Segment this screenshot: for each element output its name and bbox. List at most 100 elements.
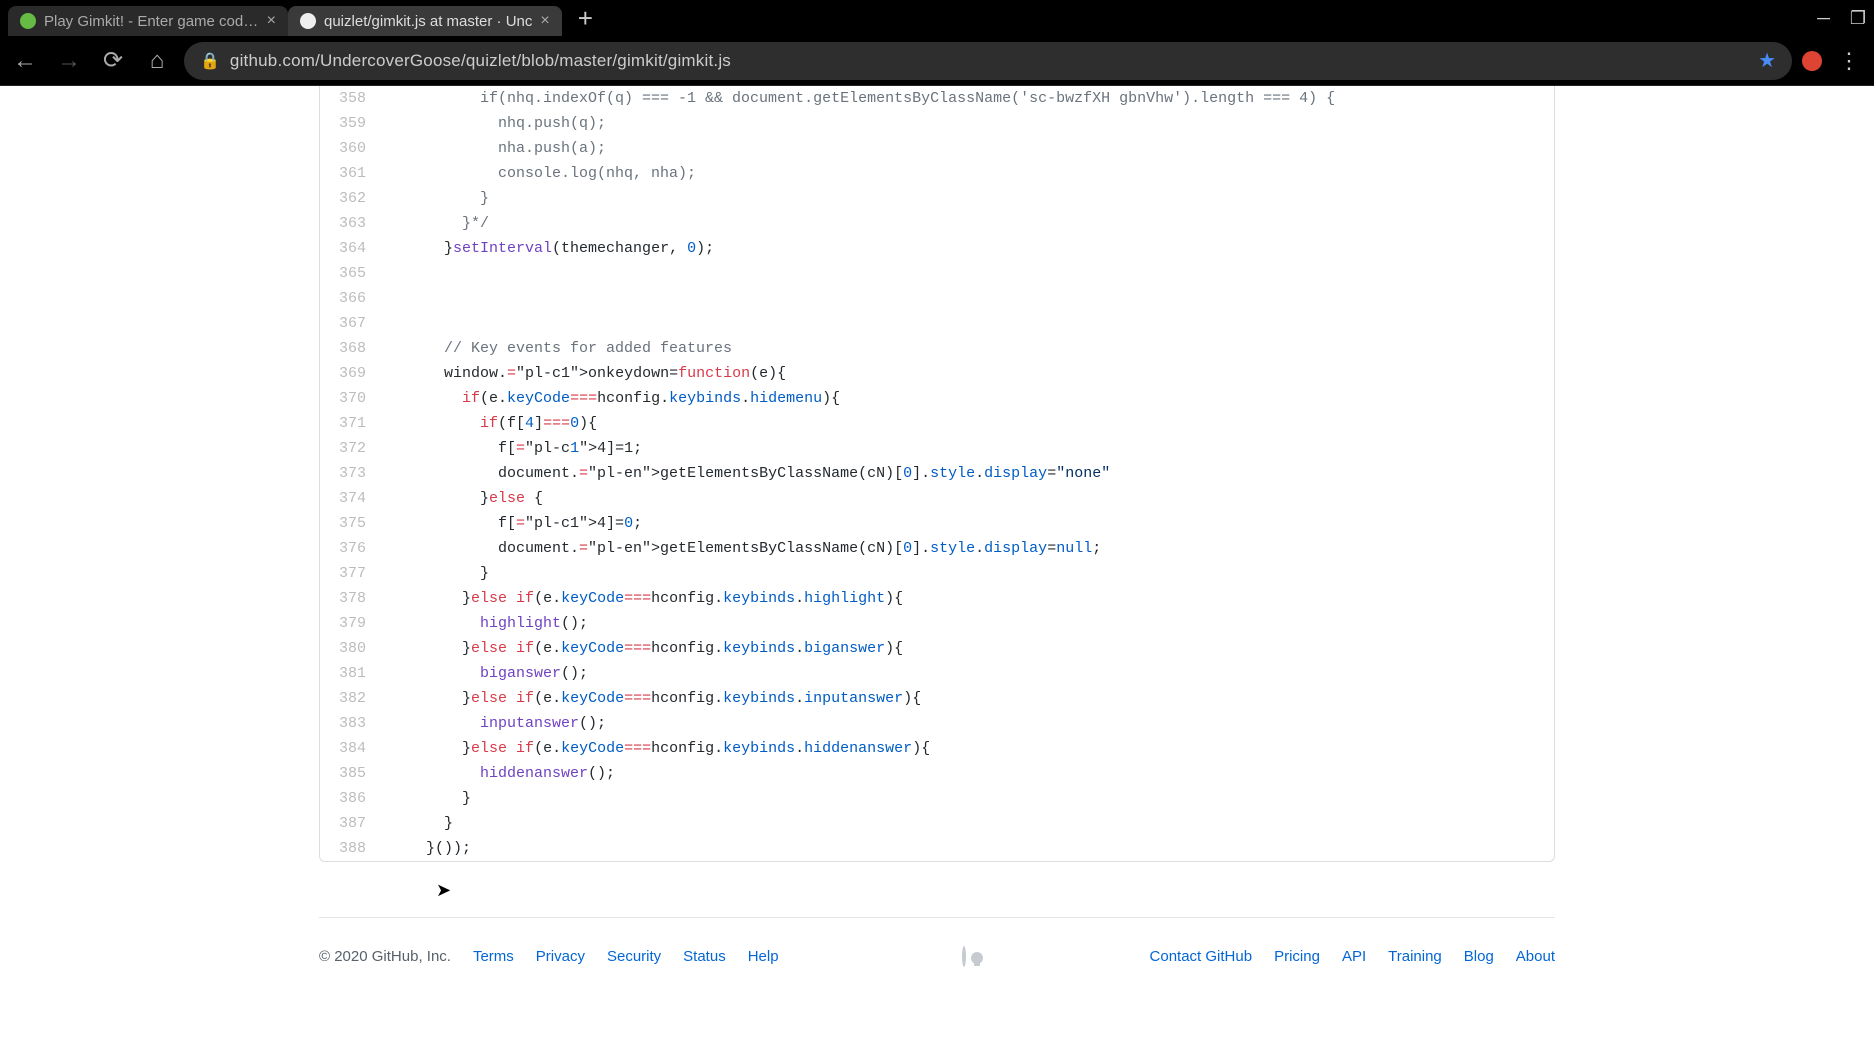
line-content[interactable]: inputanswer(); [380,711,1554,736]
line-number[interactable]: 381 [320,661,380,686]
browser-toolbar: ← → ⟳ ⌂ 🔒 github.com/UndercoverGoose/qui… [0,36,1874,86]
footer-link-help[interactable]: Help [748,948,779,965]
line-content[interactable]: highlight(); [380,611,1554,636]
line-content[interactable]: if(nhq.indexOf(q) === -1 && document.get… [380,86,1554,111]
line-content[interactable]: // Key events for added features [380,336,1554,361]
address-bar[interactable]: 🔒 github.com/UndercoverGoose/quizlet/blo… [184,42,1792,80]
line-number[interactable]: 374 [320,486,380,511]
line-number[interactable]: 366 [320,286,380,311]
bookmark-star-icon[interactable]: ★ [1758,48,1776,73]
line-number[interactable]: 375 [320,511,380,536]
line-content[interactable]: console.log(nhq, nha); [380,161,1554,186]
footer-link-api[interactable]: API [1342,948,1366,965]
footer-link-blog[interactable]: Blog [1464,948,1494,965]
tab-close-icon[interactable]: × [267,12,276,30]
code-line: 364 }setInterval(themechanger, 0); [320,236,1554,261]
line-number[interactable]: 376 [320,536,380,561]
line-number[interactable]: 369 [320,361,380,386]
line-content[interactable]: } [380,561,1554,586]
line-content[interactable]: biganswer(); [380,661,1554,686]
tab-close-icon[interactable]: × [540,12,549,30]
line-content[interactable]: hiddenanswer(); [380,761,1554,786]
line-number[interactable]: 380 [320,636,380,661]
line-content[interactable]: }else if(e.keyCode===hconfig.keybinds.hi… [380,736,1554,761]
line-content[interactable]: f[="pl-c1">4]=1; [380,436,1554,461]
code-line: 384 }else if(e.keyCode===hconfig.keybind… [320,736,1554,761]
line-number[interactable]: 363 [320,211,380,236]
line-content[interactable]: }*/ [380,211,1554,236]
extension-icon[interactable] [1802,51,1822,71]
line-number[interactable]: 383 [320,711,380,736]
line-number[interactable]: 370 [320,386,380,411]
line-number[interactable]: 382 [320,686,380,711]
reload-button[interactable]: ⟳ [96,46,130,75]
line-number[interactable]: 387 [320,811,380,836]
footer-link-pricing[interactable]: Pricing [1274,948,1320,965]
line-number[interactable]: 373 [320,461,380,486]
home-button[interactable]: ⌂ [140,47,174,75]
footer-link-privacy[interactable]: Privacy [536,948,585,965]
line-number[interactable]: 386 [320,786,380,811]
line-content[interactable]: }()); [380,836,1554,861]
tab-strip: Play Gimkit! - Enter game code h×quizlet… [8,0,562,36]
line-content[interactable] [380,286,1554,311]
footer-link-terms[interactable]: Terms [473,948,514,965]
line-content[interactable] [380,261,1554,286]
line-number[interactable]: 361 [320,161,380,186]
line-content[interactable]: document.="pl-en">getElementsByClassName… [380,536,1554,561]
line-content[interactable]: }setInterval(themechanger, 0); [380,236,1554,261]
new-tab-button[interactable]: + [578,3,593,34]
line-content[interactable]: window.="pl-c1">onkeydown=function(e){ [380,361,1554,386]
code-line: 369 window.="pl-c1">onkeydown=function(e… [320,361,1554,386]
line-number[interactable]: 365 [320,261,380,286]
line-number[interactable]: 364 [320,236,380,261]
line-content[interactable]: }else if(e.keyCode===hconfig.keybinds.in… [380,686,1554,711]
footer-link-status[interactable]: Status [683,948,726,965]
code-table: 358 if(nhq.indexOf(q) === -1 && document… [320,86,1554,861]
line-number[interactable]: 379 [320,611,380,636]
tab-title: quizlet/gimkit.js at master · Unc [324,13,532,30]
line-content[interactable]: } [380,811,1554,836]
line-content[interactable] [380,311,1554,336]
line-number[interactable]: 377 [320,561,380,586]
browser-menu-icon[interactable]: ⋮ [1838,48,1860,74]
line-content[interactable]: nhq.push(q); [380,111,1554,136]
line-content[interactable]: if(f[4]===0){ [380,411,1554,436]
github-logo-footer[interactable] [779,948,1150,965]
line-number[interactable]: 367 [320,311,380,336]
github-icon [962,946,966,967]
line-number[interactable]: 362 [320,186,380,211]
footer-link-contact-github[interactable]: Contact GitHub [1150,948,1253,965]
line-number[interactable]: 384 [320,736,380,761]
line-number[interactable]: 358 [320,86,380,111]
line-number[interactable]: 378 [320,586,380,611]
maximize-button[interactable]: ❐ [1850,8,1866,29]
footer-link-about[interactable]: About [1516,948,1555,965]
footer-link-training[interactable]: Training [1388,948,1442,965]
forward-button[interactable]: → [52,47,86,75]
line-content[interactable]: }else { [380,486,1554,511]
line-content[interactable]: }else if(e.keyCode===hconfig.keybinds.bi… [380,636,1554,661]
code-line: 372 f[="pl-c1">4]=1; [320,436,1554,461]
line-number[interactable]: 388 [320,836,380,861]
line-number[interactable]: 360 [320,136,380,161]
browser-tab-0[interactable]: Play Gimkit! - Enter game code h× [8,6,288,36]
footer-right: Contact GitHub Pricing API Training Blog Abou… [1150,948,1555,965]
line-number[interactable]: 372 [320,436,380,461]
line-content[interactable]: document.="pl-en">getElementsByClassName… [380,461,1554,486]
code-line: 359 nhq.push(q); [320,111,1554,136]
line-number[interactable]: 368 [320,336,380,361]
line-content[interactable]: } [380,186,1554,211]
line-content[interactable]: f[="pl-c1">4]=0; [380,511,1554,536]
line-content[interactable]: }else if(e.keyCode===hconfig.keybinds.hi… [380,586,1554,611]
back-button[interactable]: ← [8,47,42,75]
line-content[interactable]: } [380,786,1554,811]
line-number[interactable]: 371 [320,411,380,436]
minimize-button[interactable]: ─ [1817,8,1830,29]
line-content[interactable]: if(e.keyCode===hconfig.keybinds.hidemenu… [380,386,1554,411]
line-number[interactable]: 385 [320,761,380,786]
footer-link-security[interactable]: Security [607,948,661,965]
line-content[interactable]: nha.push(a); [380,136,1554,161]
browser-tab-1[interactable]: quizlet/gimkit.js at master · Unc × [288,6,562,36]
line-number[interactable]: 359 [320,111,380,136]
